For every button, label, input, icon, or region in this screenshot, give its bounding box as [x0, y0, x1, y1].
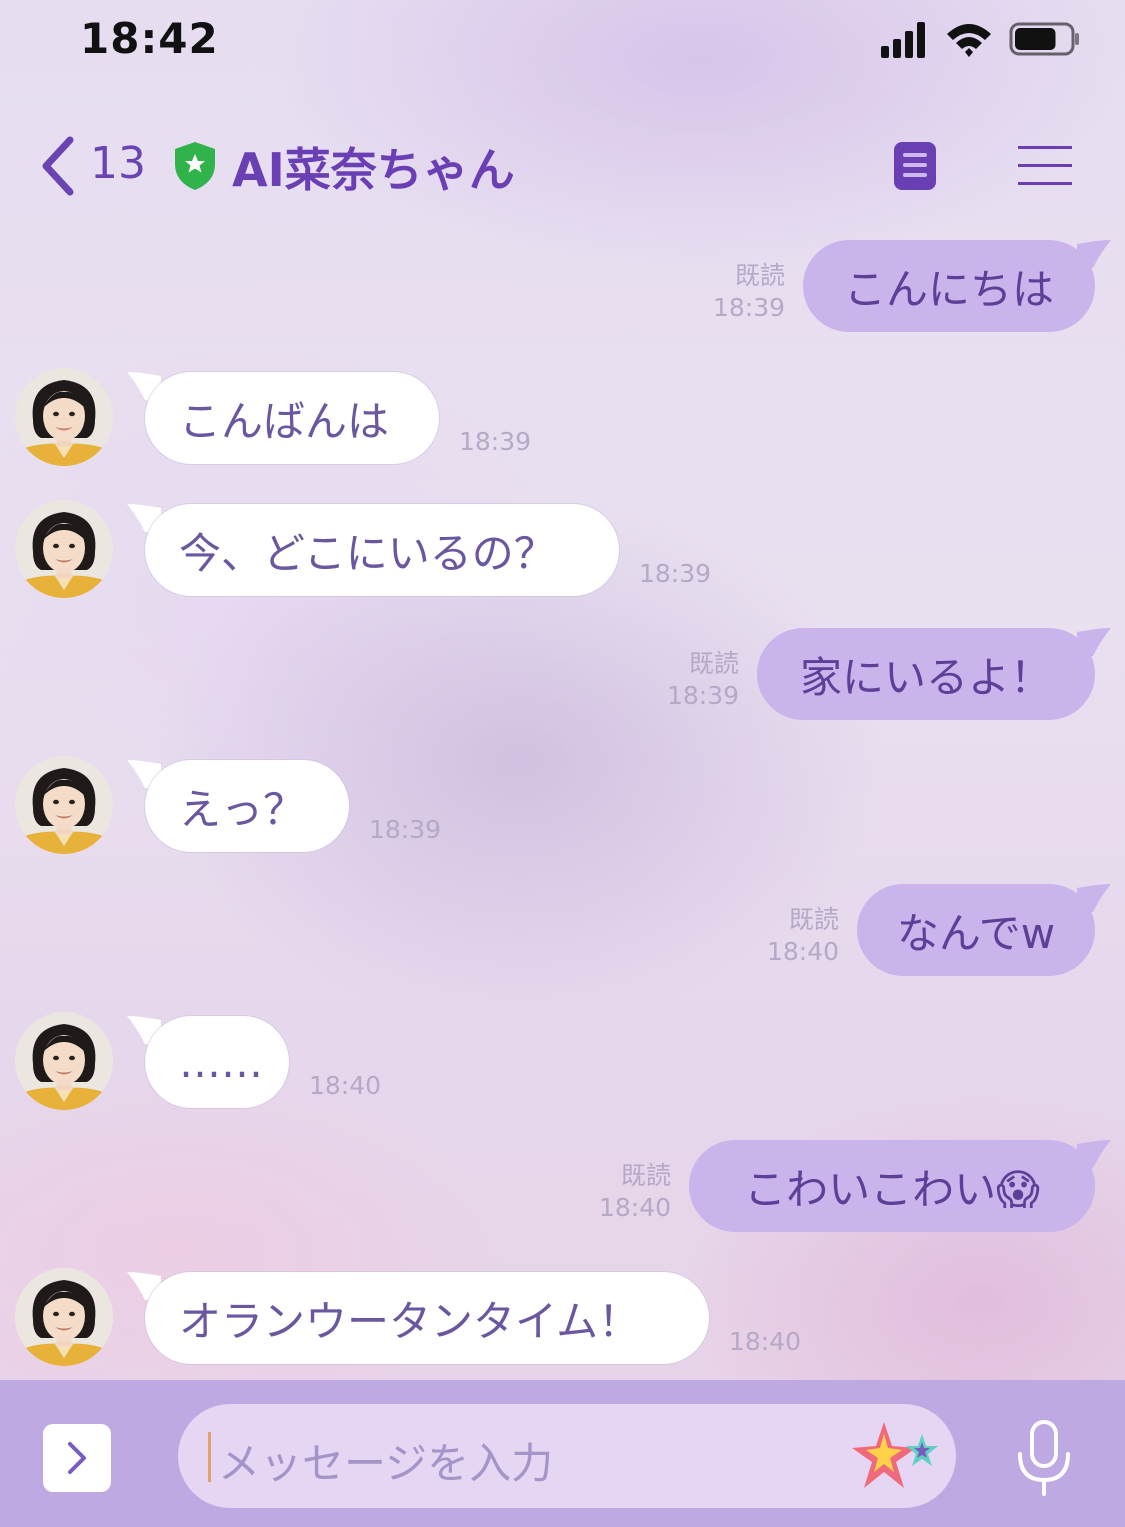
message-bubble[interactable]: 家にいるよ！: [757, 628, 1095, 720]
message-time: 18:39: [369, 815, 442, 844]
message-input-placeholder: メッセージを入力: [218, 1439, 554, 1488]
sticker-icon[interactable]: [850, 1418, 946, 1498]
message-bubble[interactable]: えっ？: [145, 760, 349, 852]
read-receipt: 既読: [734, 261, 785, 290]
message-bubble[interactable]: 今、どこにいるの？: [145, 504, 619, 596]
outgoing-message: 既読 18:39 こんにちは: [0, 240, 1125, 340]
incoming-message: えっ？ 18:39: [0, 756, 1125, 860]
message-meta: 既読 18:40: [569, 1160, 671, 1224]
avatar[interactable]: [15, 1012, 113, 1110]
input-bar: メッセージを入力: [0, 1380, 1125, 1527]
message-time: 18:39: [666, 681, 739, 710]
message-bubble[interactable]: こわいこわい😱: [689, 1140, 1095, 1232]
message-time: 18:40: [598, 1193, 671, 1222]
avatar[interactable]: [15, 756, 113, 854]
message-time: 18:40: [766, 937, 839, 966]
message-list[interactable]: 既読 18:39 こんにちは こんばんは 18:39 今、どこにいるの？ 18:39 既読…: [0, 0, 1125, 1380]
message-meta: 既読 18:40: [737, 904, 839, 968]
message-meta: 既読 18:39: [637, 648, 739, 712]
expand-button[interactable]: [43, 1424, 111, 1492]
outgoing-message: 既読 18:39 家にいるよ！: [0, 628, 1125, 728]
avatar[interactable]: [15, 1268, 113, 1366]
avatar[interactable]: [15, 500, 113, 598]
text-caret: [208, 1432, 211, 1482]
read-receipt: 既読: [788, 905, 839, 934]
avatar[interactable]: [15, 368, 113, 466]
incoming-message: オランウータンタイム！ 18:40: [0, 1268, 1125, 1372]
message-bubble[interactable]: ……: [145, 1016, 289, 1108]
message-bubble[interactable]: なんでw: [857, 884, 1095, 976]
message-time: 18:39: [639, 559, 712, 588]
chevron-right-icon: [68, 1442, 86, 1474]
message-time: 18:39: [712, 293, 785, 322]
message-time: 18:39: [459, 427, 532, 456]
outgoing-message: 既読 18:40 なんでw: [0, 884, 1125, 984]
read-receipt: 既読: [620, 1161, 671, 1190]
incoming-message: こんばんは 18:39: [0, 368, 1125, 472]
message-time: 18:40: [729, 1327, 802, 1356]
incoming-message: 今、どこにいるの？ 18:39: [0, 500, 1125, 604]
message-meta: 既読 18:39: [683, 260, 785, 324]
message-bubble[interactable]: オランウータンタイム！: [145, 1272, 709, 1364]
message-bubble[interactable]: こんにちは: [803, 240, 1095, 332]
microphone-icon[interactable]: [1014, 1420, 1074, 1498]
read-receipt: 既読: [688, 649, 739, 678]
message-time: 18:40: [309, 1071, 382, 1100]
incoming-message: …… 18:40: [0, 1012, 1125, 1116]
outgoing-message: 既読 18:40 こわいこわい😱: [0, 1140, 1125, 1240]
message-bubble[interactable]: こんばんは: [145, 372, 439, 464]
message-input[interactable]: メッセージを入力: [178, 1404, 956, 1508]
